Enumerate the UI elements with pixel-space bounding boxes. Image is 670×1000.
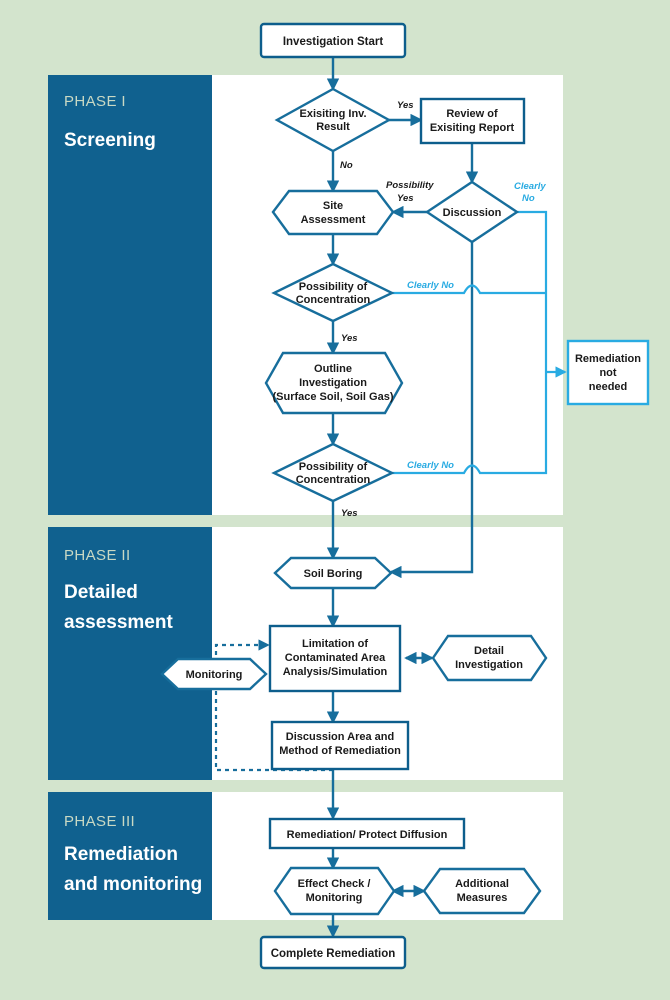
node-outline-investigation-line-2: Investigation: [299, 377, 367, 389]
node-investigation-start[interactable]: Investigation Start: [259, 22, 407, 59]
edge-label-clearly-no-disc-1: Clearly: [514, 181, 546, 192]
node-effect-check-line-1: Effect Check /: [298, 878, 371, 890]
node-discussion-area-method[interactable]: Discussion Area and Method of Remediatio…: [270, 720, 410, 771]
phase-2-title-line-1: Detailed: [64, 582, 138, 603]
edge-label-clearly-no-2: Clearly No: [407, 460, 454, 471]
node-discussion-label: Discussion: [443, 207, 502, 219]
flowchart-canvas: PHASE I Screening PHASE II Detailed asse…: [0, 0, 670, 1000]
node-remediation-not-needed-line-2: not: [599, 367, 616, 379]
node-investigation-start-label: Investigation Start: [283, 36, 383, 48]
node-existing-inv-result-line-1: Exisiting Inv.: [299, 108, 366, 120]
node-site-assessment[interactable]: Site Assessment: [271, 189, 395, 236]
node-detail-investigation-line-1: Detail: [474, 645, 504, 657]
node-monitoring-label: Monitoring: [186, 669, 243, 681]
phase-2-title-line-2: assessment: [64, 612, 173, 633]
edge-label-possibility-1: Possibility: [386, 180, 434, 191]
node-additional-measures-line-1: Additional: [455, 878, 509, 890]
edge-label-no-existing: No: [340, 160, 353, 171]
phase-2-label-panel: [48, 527, 212, 780]
node-effect-check-monitoring[interactable]: Effect Check / Monitoring: [273, 866, 396, 916]
node-additional-measures[interactable]: Additional Measures: [422, 867, 542, 915]
flowchart-svg: PHASE I Screening PHASE II Detailed asse…: [48, 22, 650, 970]
node-discussion-area-line-1: Discussion Area and: [286, 731, 394, 743]
node-detail-investigation-line-2: Investigation: [455, 659, 523, 671]
phase-1-eyebrow: PHASE I: [64, 93, 126, 110]
node-monitoring[interactable]: Monitoring: [160, 657, 268, 691]
node-complete-remediation[interactable]: Complete Remediation: [259, 935, 407, 970]
node-review-existing-report-line-1: Review of: [446, 108, 498, 120]
node-remediation-not-needed[interactable]: Remediation not needed: [566, 339, 650, 406]
node-possibility-concentration-1-line-1: Possibility of: [299, 281, 368, 293]
node-remediation-not-needed-line-1: Remediation: [575, 353, 641, 365]
node-soil-boring[interactable]: Soil Boring: [273, 556, 393, 590]
node-complete-remediation-label: Complete Remediation: [271, 948, 396, 960]
phase-3-title-line-2: and monitoring: [64, 874, 202, 895]
phase-1-title: Screening: [64, 130, 156, 151]
node-site-assessment-line-1: Site: [323, 200, 343, 212]
node-limitation-line-3: Analysis/Simulation: [283, 666, 388, 678]
edge-label-yes-2: Yes: [341, 508, 358, 519]
node-review-existing-report-line-2: Exisiting Report: [430, 122, 515, 134]
node-outline-investigation-line-3: (Surface Soil, Soil Gas): [272, 391, 393, 403]
edge-label-clearly-no-1: Clearly No: [407, 280, 454, 291]
node-detail-investigation[interactable]: Detail Investigation: [431, 634, 548, 682]
node-possibility-concentration-2-line-2: Concentration: [296, 474, 371, 486]
node-additional-measures-line-2: Measures: [457, 892, 508, 904]
phase-2-eyebrow: PHASE II: [64, 547, 131, 564]
phase-3-title-line-1: Remediation: [64, 844, 178, 865]
node-site-assessment-line-2: Assessment: [301, 214, 366, 226]
node-limitation-line-2: Contaminated Area: [285, 652, 386, 664]
node-limitation-contaminated-area[interactable]: Limitation of Contaminated Area Analysis…: [268, 624, 402, 693]
node-review-existing-report[interactable]: Review of Exisiting Report: [419, 97, 526, 145]
node-limitation-line-1: Limitation of: [302, 638, 368, 650]
node-remediation-protect-diffusion[interactable]: Remediation/ Protect Diffusion: [268, 817, 466, 850]
node-possibility-concentration-1-line-2: Concentration: [296, 294, 371, 306]
node-existing-inv-result-line-2: Result: [316, 121, 350, 133]
phase-3-eyebrow: PHASE III: [64, 813, 135, 830]
node-remediation-not-needed-line-3: needed: [589, 381, 628, 393]
edge-label-possibility-2: Yes: [397, 193, 414, 204]
edge-label-yes-1: Yes: [341, 333, 358, 344]
node-discussion-area-line-2: Method of Remediation: [279, 745, 401, 757]
node-remediation-protect-label: Remediation/ Protect Diffusion: [287, 829, 448, 841]
edge-label-clearly-no-disc-2: No: [522, 193, 535, 204]
node-possibility-concentration-2-line-1: Possibility of: [299, 461, 368, 473]
node-outline-investigation[interactable]: Outline Investigation (Surface Soil, Soi…: [264, 351, 404, 415]
node-effect-check-line-2: Monitoring: [306, 892, 363, 904]
node-soil-boring-label: Soil Boring: [304, 568, 363, 580]
node-outline-investigation-line-1: Outline: [314, 363, 352, 375]
edge-label-yes-existing: Yes: [397, 100, 414, 111]
